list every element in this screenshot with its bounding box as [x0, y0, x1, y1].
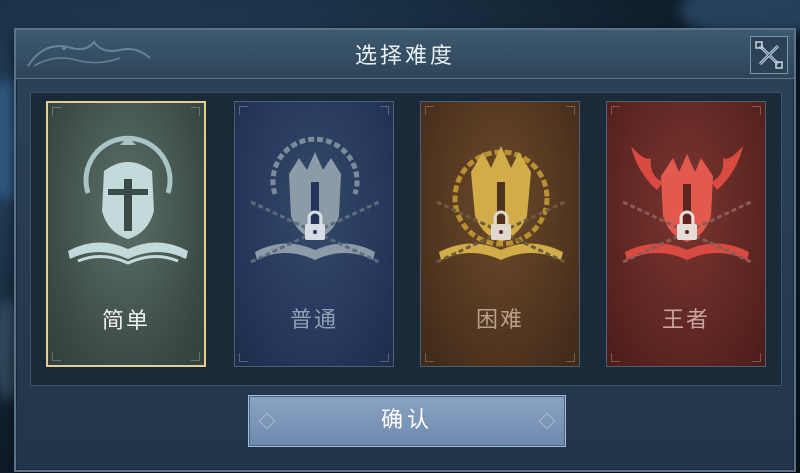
difficulty-card-easy[interactable]: 简单 [46, 101, 206, 367]
card-corner [425, 353, 434, 362]
card-corner [611, 353, 620, 362]
close-x-icon [755, 41, 783, 69]
card-corner [566, 106, 575, 115]
card-corner [752, 353, 761, 362]
card-corner [191, 352, 200, 361]
difficulty-label: 普通 [289, 308, 338, 333]
crowned-helmet-icon [436, 146, 566, 264]
confirm-label: 确认 [380, 408, 433, 433]
card-corner [380, 353, 389, 362]
dialog-title: 选择难度 [354, 44, 455, 69]
horned-helmet-icon [622, 146, 752, 264]
difficulty-label: 简单 [101, 309, 150, 334]
card-corner [239, 106, 248, 115]
card-corner [425, 106, 434, 115]
knight-helmet-icon [68, 135, 188, 265]
confirm-button[interactable]: 确认 [248, 395, 566, 447]
close-button[interactable] [750, 36, 788, 74]
card-corner [191, 107, 200, 116]
card-corner [239, 353, 248, 362]
card-corner [611, 106, 620, 115]
difficulty-card-hard[interactable]: 困难 [420, 101, 580, 367]
diamond-ornament-icon [538, 412, 556, 430]
difficulty-card-normal[interactable]: 普通 [234, 101, 394, 367]
dialog-titlebar: 选择难度 [16, 30, 794, 79]
card-corner [752, 106, 761, 115]
card-corner [52, 352, 61, 361]
difficulty-label: 王者 [661, 308, 710, 333]
spiked-helmet-icon [250, 136, 380, 264]
diamond-ornament-icon [258, 412, 276, 430]
card-corner [380, 106, 389, 115]
card-corner [52, 107, 61, 116]
difficulty-dialog: 选择难度 简单 普通 困难 王者 确认 [14, 28, 796, 472]
difficulty-label: 困难 [475, 308, 524, 333]
card-corner [566, 353, 575, 362]
difficulty-card-panel: 简单 普通 困难 王者 [30, 92, 782, 386]
difficulty-card-king[interactable]: 王者 [606, 101, 766, 367]
